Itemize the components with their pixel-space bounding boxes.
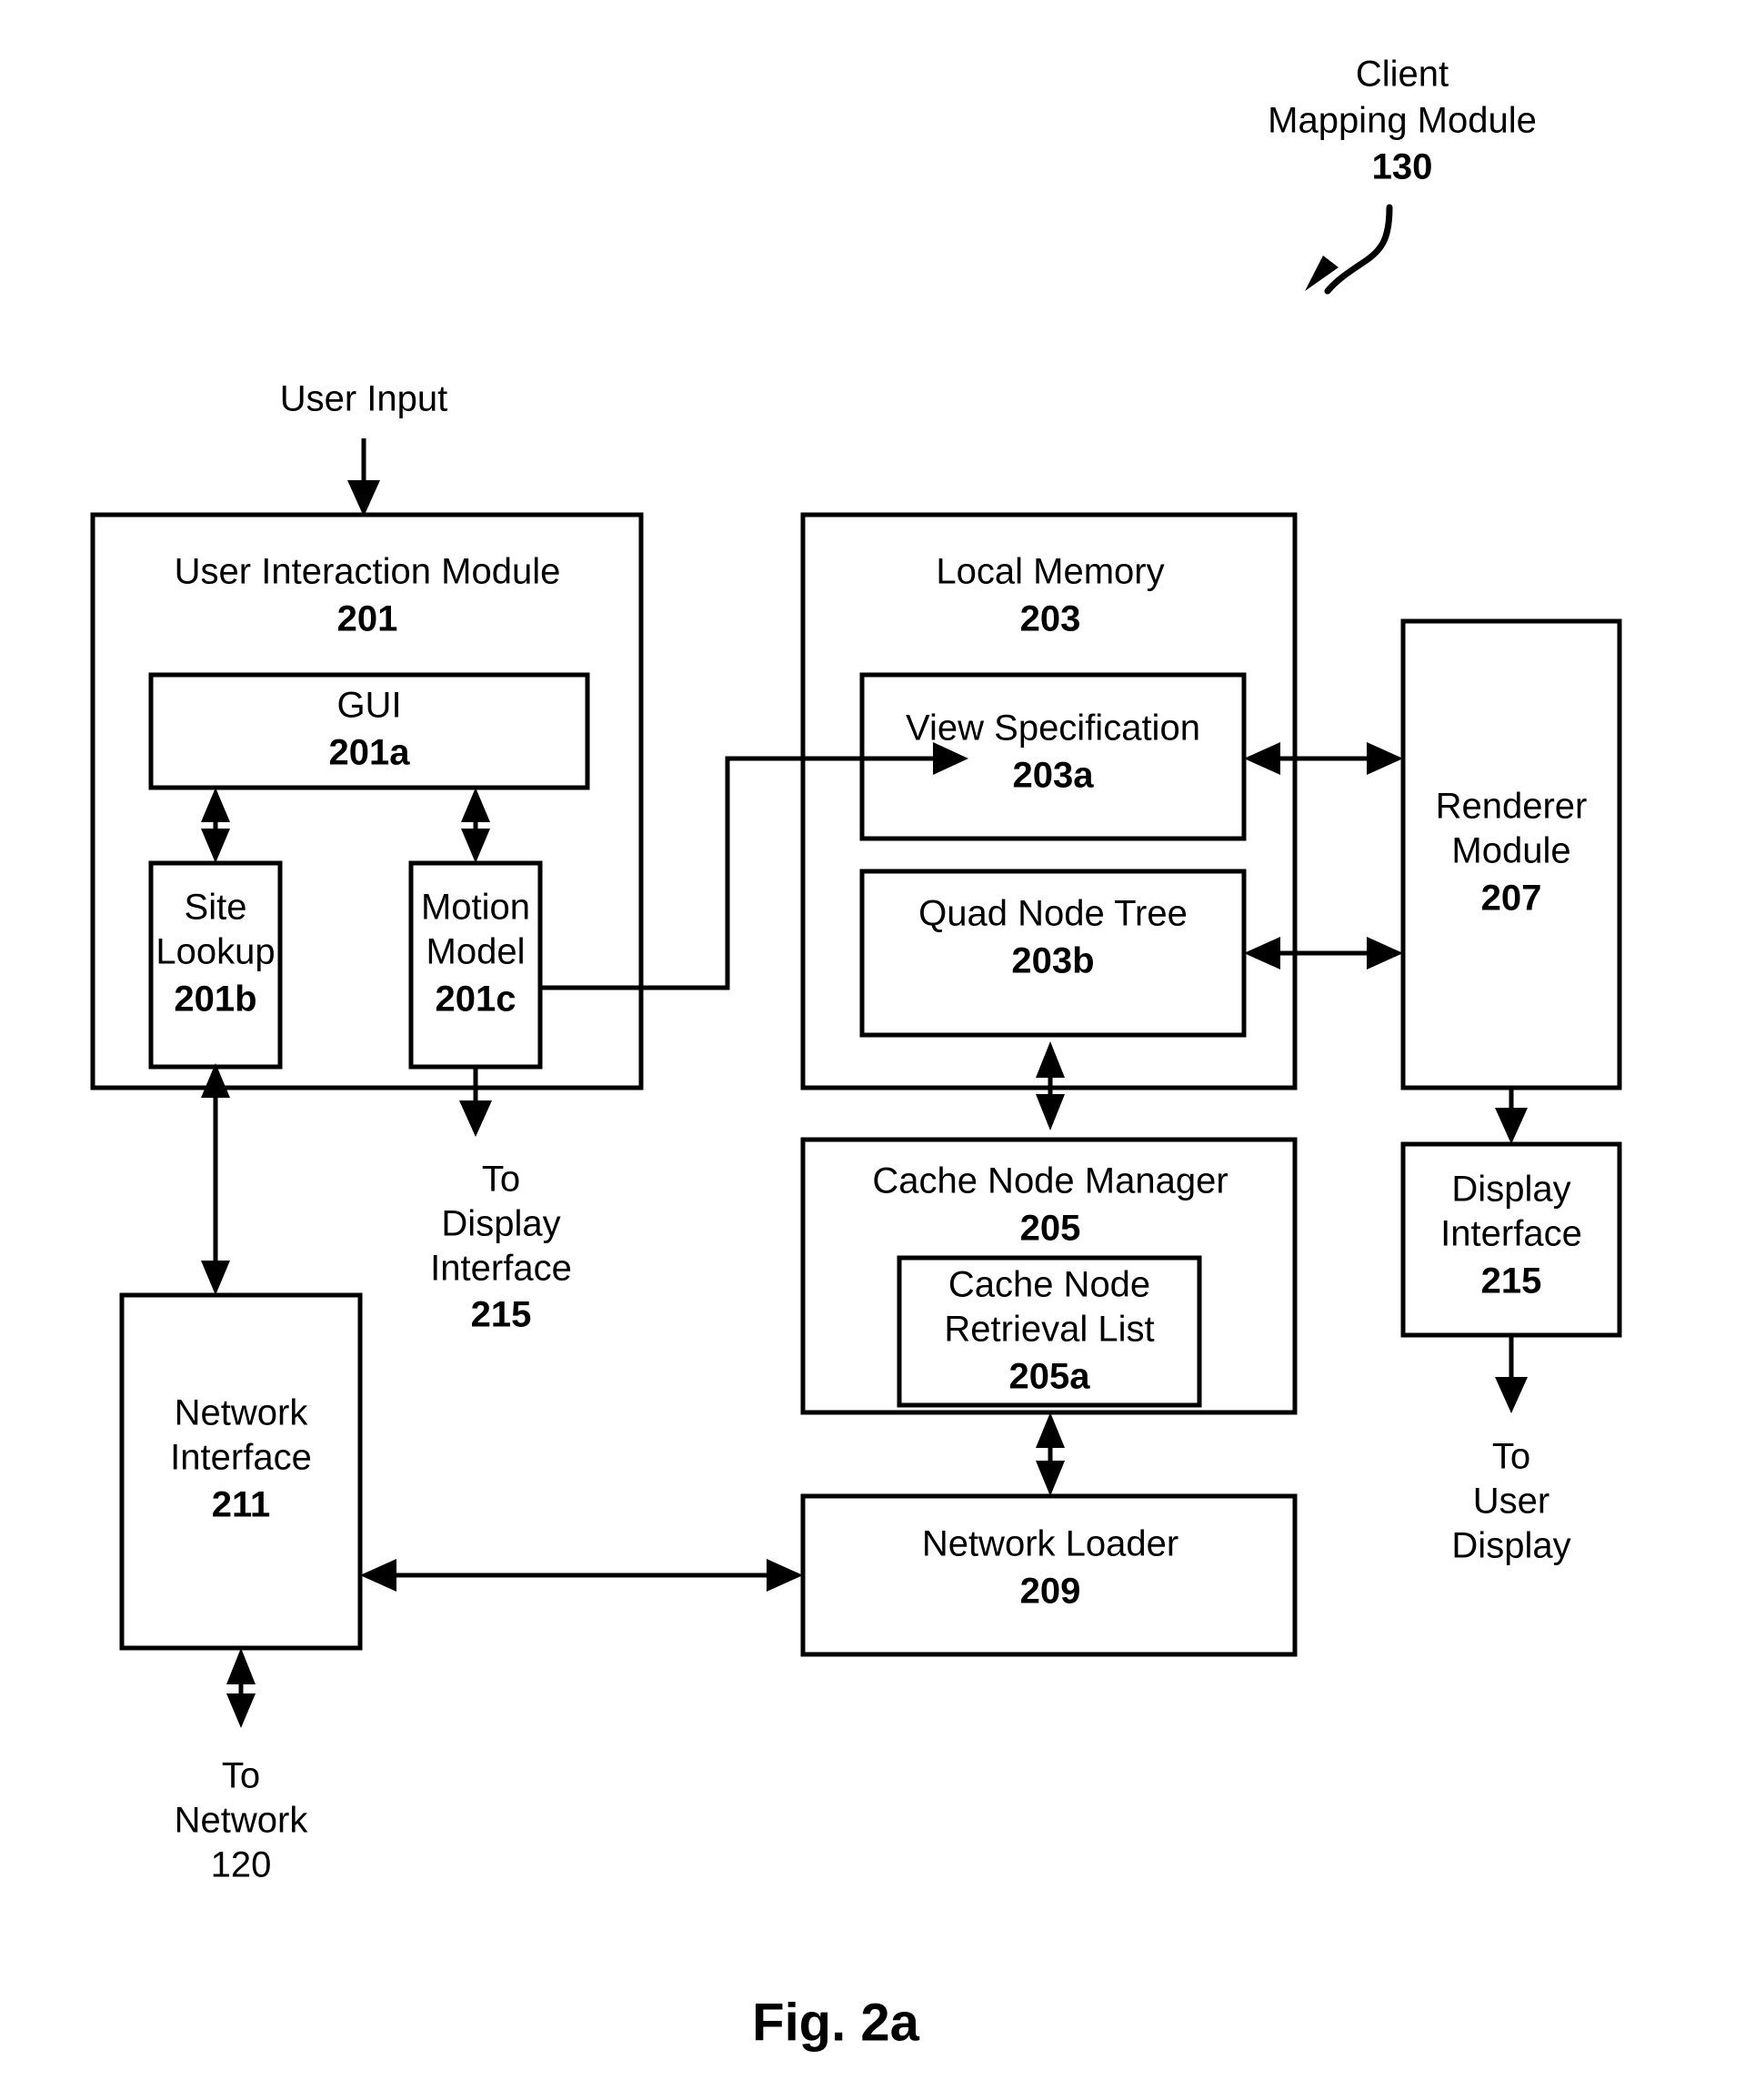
renderer-module-ref: 207 bbox=[1481, 879, 1542, 919]
site-lookup-label-line2: Lookup bbox=[155, 932, 275, 972]
to-display-interface-ref: 215 bbox=[471, 1295, 532, 1335]
cache-node-retrieval-list-label-line2: Retrieval List bbox=[944, 1310, 1154, 1350]
network-loader-label: Network Loader bbox=[922, 1524, 1178, 1564]
view-specification-label: View Specification bbox=[906, 708, 1200, 749]
cache-node-retrieval-list-ref: 205a bbox=[1009, 1357, 1091, 1397]
to-network-line2: Network bbox=[175, 1801, 309, 1841]
user-interaction-module-label: User Interaction Module bbox=[175, 552, 561, 592]
lead-line-curve bbox=[1324, 204, 1393, 295]
connector-network-interface-to-network: To Network 120 bbox=[175, 1648, 309, 1885]
motion-model-block[interactable]: Motion Model 201c bbox=[408, 860, 543, 1070]
site-lookup-label-line1: Site bbox=[185, 888, 247, 928]
connector-display-interface-to-user-display: To User Display bbox=[1451, 1335, 1571, 1566]
user-interaction-module-ref: 201 bbox=[337, 599, 398, 639]
motion-model-label-line1: Motion bbox=[421, 888, 530, 928]
connector-gui-motion-model bbox=[461, 788, 490, 863]
cache-node-retrieval-list-block[interactable]: Cache Node Retrieval List 205a bbox=[897, 1255, 1202, 1408]
gui-block[interactable]: GUI 201a bbox=[148, 672, 590, 790]
connector-network-interface-network-loader bbox=[360, 1559, 803, 1592]
quad-node-tree-ref: 203b bbox=[1011, 941, 1094, 981]
quad-node-tree-label: Quad Node Tree bbox=[918, 894, 1188, 934]
renderer-module-label-line1: Renderer bbox=[1436, 787, 1588, 827]
display-interface-label-line1: Display bbox=[1451, 1170, 1570, 1210]
quad-node-tree-block[interactable]: Quad Node Tree 203b bbox=[859, 869, 1247, 1038]
patent-figure-2a: Client Mapping Module 130 User Input Use… bbox=[90, 55, 1622, 2052]
user-input-label: User Input bbox=[280, 379, 448, 419]
connector-motion-model-to-display-interface: To Display Interface 215 bbox=[430, 1067, 572, 1335]
client-mapping-title-line2: Mapping Module bbox=[1268, 101, 1537, 141]
network-loader-block[interactable]: Network Loader 209 bbox=[800, 1493, 1298, 1657]
user-input-group: User Input bbox=[280, 379, 448, 517]
local-memory-block[interactable]: Local Memory 203 bbox=[800, 512, 1298, 1090]
local-memory-ref: 203 bbox=[1020, 599, 1081, 639]
connector-site-lookup-network-interface bbox=[201, 1063, 230, 1295]
network-loader-ref: 209 bbox=[1020, 1572, 1081, 1612]
figure-caption: Fig. 2a bbox=[752, 1993, 919, 2052]
local-memory-label: Local Memory bbox=[936, 552, 1164, 592]
to-display-interface-line2: Display bbox=[441, 1204, 560, 1244]
site-lookup-ref: 201b bbox=[174, 980, 256, 1020]
site-lookup-block[interactable]: Site Lookup 201b bbox=[148, 860, 283, 1070]
gui-ref: 201a bbox=[329, 733, 411, 773]
connector-renderer-display-interface bbox=[1495, 1088, 1528, 1144]
network-interface-label-line2: Interface bbox=[170, 1438, 312, 1478]
network-interface-block[interactable]: Network Interface 211 bbox=[119, 1292, 363, 1651]
to-network-line1: To bbox=[222, 1756, 260, 1796]
connector-motion-model-to-view-specification bbox=[540, 742, 968, 990]
to-user-display-line2: User bbox=[1473, 1482, 1549, 1522]
cache-node-retrieval-list-label-line1: Cache Node bbox=[948, 1265, 1150, 1305]
to-network-ref: 120 bbox=[211, 1845, 272, 1885]
cache-node-manager-label: Cache Node Manager bbox=[872, 1161, 1228, 1201]
title-block: Client Mapping Module 130 bbox=[1268, 55, 1537, 295]
connector-cache-manager-network-loader bbox=[1036, 1412, 1065, 1496]
cache-node-manager-ref: 205 bbox=[1020, 1209, 1081, 1249]
motion-model-label-line2: Model bbox=[426, 932, 526, 972]
renderer-module-block[interactable]: Renderer Module 207 bbox=[1400, 618, 1622, 1090]
connector-quad-node-tree-renderer bbox=[1244, 937, 1403, 970]
connector-gui-site-lookup bbox=[201, 788, 230, 863]
user-input-arrowhead bbox=[347, 480, 380, 517]
renderer-module-label-line2: Module bbox=[1451, 831, 1570, 871]
client-mapping-title-ref: 130 bbox=[1372, 147, 1433, 187]
gui-label: GUI bbox=[336, 686, 401, 726]
view-specification-ref: 203a bbox=[1013, 756, 1095, 796]
network-interface-label-line1: Network bbox=[175, 1393, 309, 1433]
to-display-interface-line1: To bbox=[482, 1160, 520, 1200]
display-interface-block[interactable]: Display Interface 215 bbox=[1400, 1141, 1622, 1338]
connector-view-specification-renderer bbox=[1244, 742, 1403, 775]
network-interface-ref: 211 bbox=[212, 1485, 271, 1525]
display-interface-label-line2: Interface bbox=[1440, 1214, 1582, 1254]
to-user-display-line3: Display bbox=[1451, 1526, 1570, 1566]
client-mapping-title-line1: Client bbox=[1356, 55, 1449, 95]
motion-model-ref: 201c bbox=[436, 980, 516, 1020]
display-interface-ref: 215 bbox=[1481, 1261, 1542, 1301]
to-display-interface-line3: Interface bbox=[430, 1249, 572, 1289]
to-user-display-line1: To bbox=[1492, 1437, 1530, 1477]
figure-canvas: Client Mapping Module 130 User Input Use… bbox=[0, 0, 1745, 2100]
